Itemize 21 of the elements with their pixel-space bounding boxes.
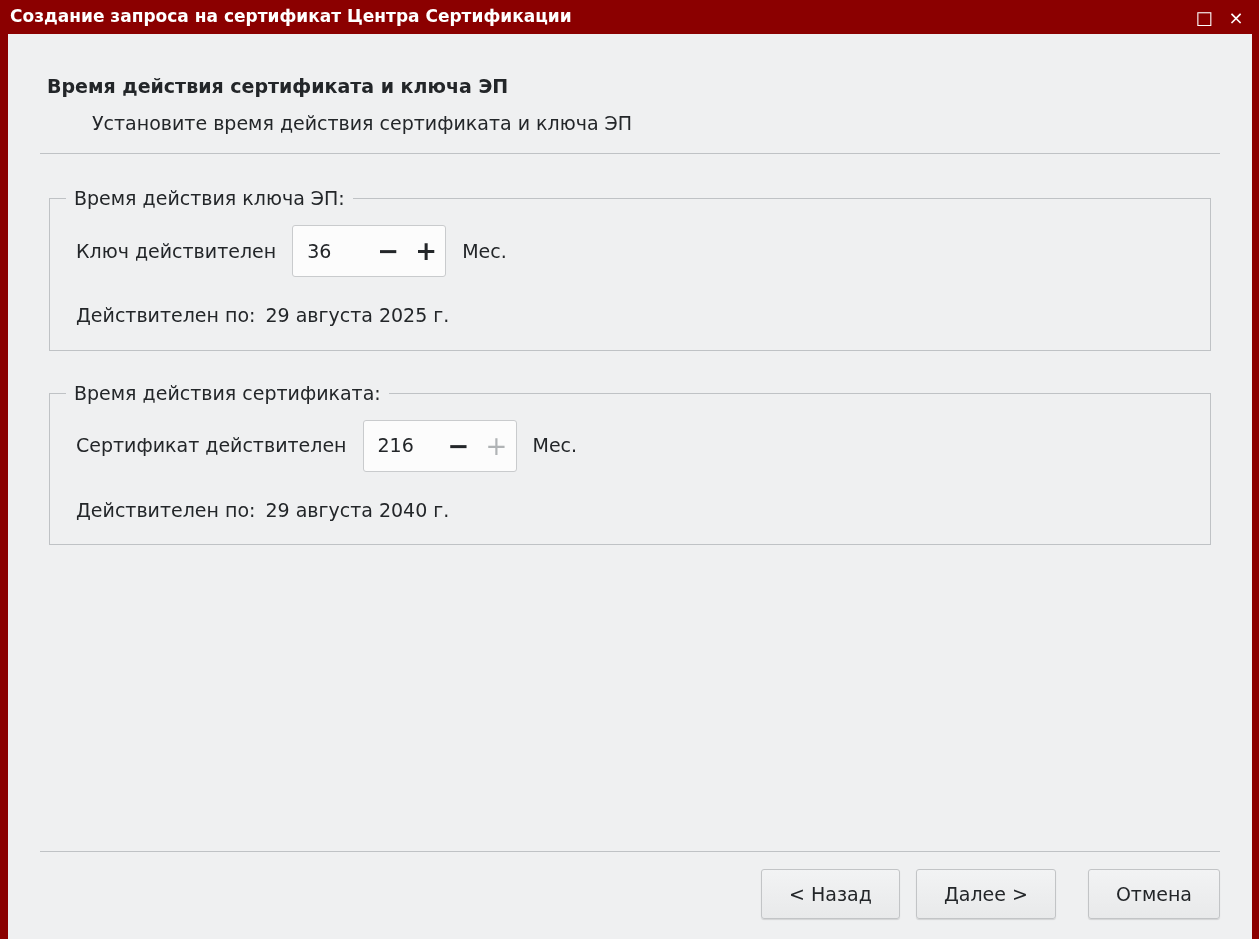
unit-label: Мес. <box>462 238 507 264</box>
page-subtitle: Установите время действия сертификата и ключа ЭП <box>91 110 634 136</box>
next-button[interactable]: Далее > <box>915 869 1056 919</box>
maximize-button[interactable]: □ <box>1188 3 1220 31</box>
valid-label: Действителен по: <box>76 497 256 523</box>
page-title: Время действия сертификата и ключа ЭП <box>47 74 510 99</box>
field-label: Ключ действителен <box>76 238 277 264</box>
back-button[interactable]: < Назад <box>761 869 900 919</box>
decrement-button[interactable]: − <box>439 432 478 459</box>
unit-label: Мес. <box>532 433 578 459</box>
number-spinbox[interactable]: 216 − + <box>362 419 517 472</box>
field-label: Сертификат действителен <box>76 433 347 459</box>
number-spinbox[interactable]: 36 − + <box>292 225 447 277</box>
increment-button[interactable]: + <box>407 238 446 264</box>
cancel-button[interactable]: Отмена <box>1087 869 1220 919</box>
decrement-button[interactable]: − <box>369 238 408 264</box>
valid-date: 29 августа 2040 г. <box>265 497 450 523</box>
valid-date: 29 августа 2025 г. <box>265 303 450 328</box>
close-button[interactable]: × <box>1220 3 1252 31</box>
valid-label: Действителен по: <box>76 303 256 328</box>
window-title: Создание запроса на сертификат Центра Сертификации <box>10 5 573 29</box>
